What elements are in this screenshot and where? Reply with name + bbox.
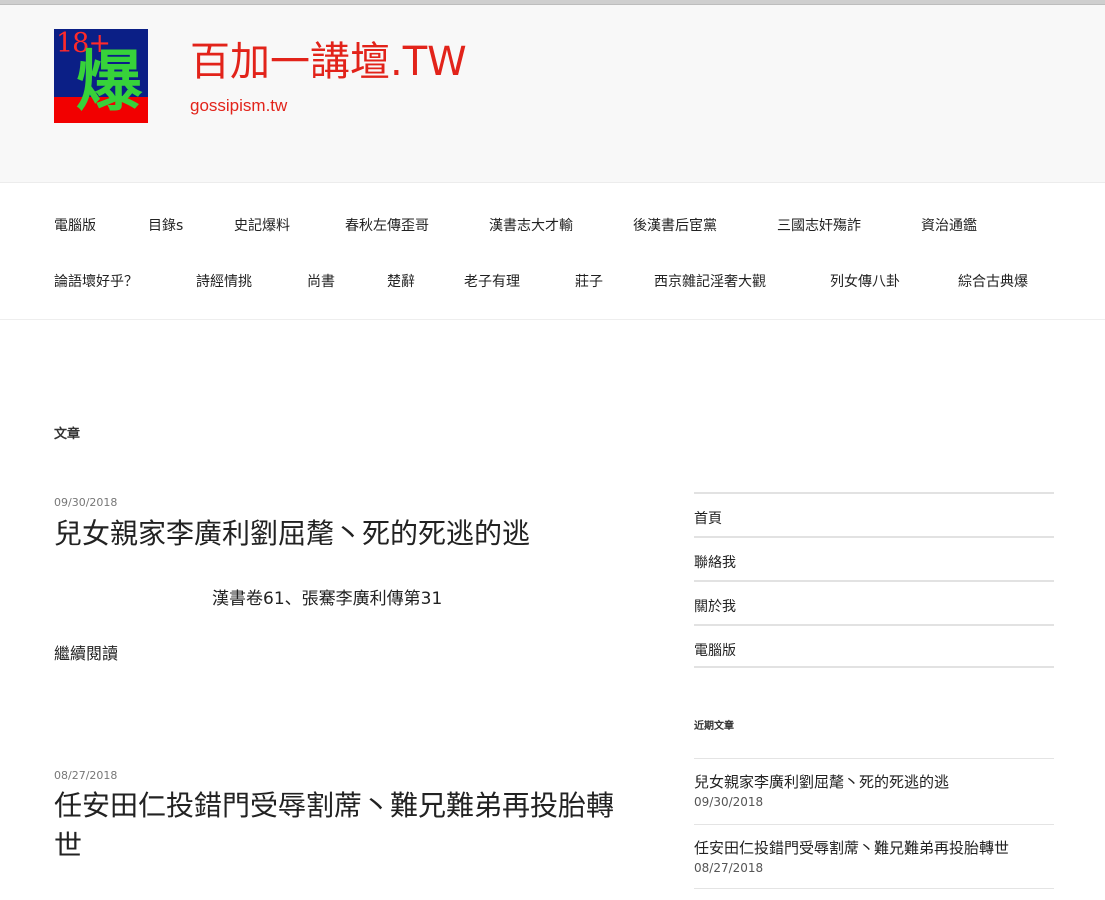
sidebar-link-pc-version[interactable]: 電腦版	[694, 624, 1054, 668]
site-logo[interactable]: 18+ 爆	[54, 29, 148, 123]
nav-item-lunyu[interactable]: 論語壞好乎？	[54, 271, 138, 291]
nav-item-xijing-zaji[interactable]: 西京雜記淫奢大觀	[654, 271, 766, 291]
post-date: 08/27/2018	[54, 769, 118, 782]
nav-item-sanguozhi[interactable]: 三國志奸殤詐	[777, 215, 861, 235]
sidebar-divider	[694, 888, 1054, 889]
main-navigation: 電腦版 目錄s 史記爆料 春秋左傳歪哥 漢書志大才輸 後漢書后宦黨 三國志奸殤詐…	[0, 184, 1105, 320]
read-more-link[interactable]: 繼續閱讀	[54, 640, 118, 664]
sidebar-link-home[interactable]: 首頁	[694, 492, 1054, 536]
sidebar-link-about[interactable]: 關於我	[694, 580, 1054, 624]
nav-item-zizhi-tongjian[interactable]: 資治通鑑	[921, 215, 977, 235]
nav-item-laozi[interactable]: 老子有理	[464, 271, 520, 291]
nav-item-pc-version[interactable]: 電腦版	[54, 215, 96, 235]
site-title-link[interactable]: 百加一講壇.TW	[190, 41, 467, 83]
post-title-link[interactable]: 兒女親家李廣利劉屈氂丶死的死逃的逃	[54, 514, 654, 554]
recent-post-date: 08/27/2018	[694, 861, 764, 875]
recent-post-title-link[interactable]: 任安田仁投錯門受辱割蓆丶難兄難弟再投胎轉世	[694, 837, 1009, 858]
nav-item-lienu-zhuan[interactable]: 列女傳八卦	[830, 271, 900, 291]
sidebar-link-contact[interactable]: 聯絡我	[694, 536, 1054, 580]
site-header: 18+ 爆 百加一講壇.TW gossipism.tw	[0, 5, 1105, 183]
section-label: 文章	[54, 427, 81, 442]
recent-post-title-link[interactable]: 兒女親家李廣利劉屈氂丶死的死逃的逃	[694, 771, 949, 792]
recent-post-item: 任安田仁投錯門受辱割蓆丶難兄難弟再投胎轉世 08/27/2018	[694, 824, 1054, 892]
nav-item-shangshu[interactable]: 尚書	[307, 271, 335, 291]
nav-item-zuozhuan[interactable]: 春秋左傳歪哥	[345, 215, 429, 235]
nav-item-zhuangzi[interactable]: 莊子	[575, 271, 603, 291]
nav-item-hanshu[interactable]: 漢書志大才輸	[489, 215, 573, 235]
nav-item-index[interactable]: 目錄s	[148, 215, 183, 235]
recent-post-date: 09/30/2018	[694, 795, 764, 809]
sidebar-divider	[694, 666, 1054, 668]
nav-item-chuci[interactable]: 楚辭	[387, 271, 415, 291]
recent-posts-title: 近期文章	[694, 721, 734, 732]
site-tagline: gossipism.tw	[190, 96, 288, 115]
post-title-link[interactable]: 任安田仁投錯門受辱割蓆丶難兄難弟再投胎轉世	[54, 786, 634, 867]
post-date: 09/30/2018	[54, 496, 118, 509]
recent-post-item: 兒女親家李廣利劉屈氂丶死的死逃的逃 09/30/2018	[694, 758, 1054, 830]
nav-item-shiji[interactable]: 史記爆料	[234, 215, 290, 235]
post-excerpt: 漢書卷61、張騫李廣利傳第31	[212, 589, 443, 609]
nav-item-hou-hanshu[interactable]: 後漢書后宦黨	[633, 215, 717, 235]
nav-item-shijing[interactable]: 詩經情挑	[196, 271, 252, 291]
logo-character: 爆	[76, 43, 142, 120]
nav-item-classics[interactable]: 綜合古典爆	[958, 271, 1028, 291]
